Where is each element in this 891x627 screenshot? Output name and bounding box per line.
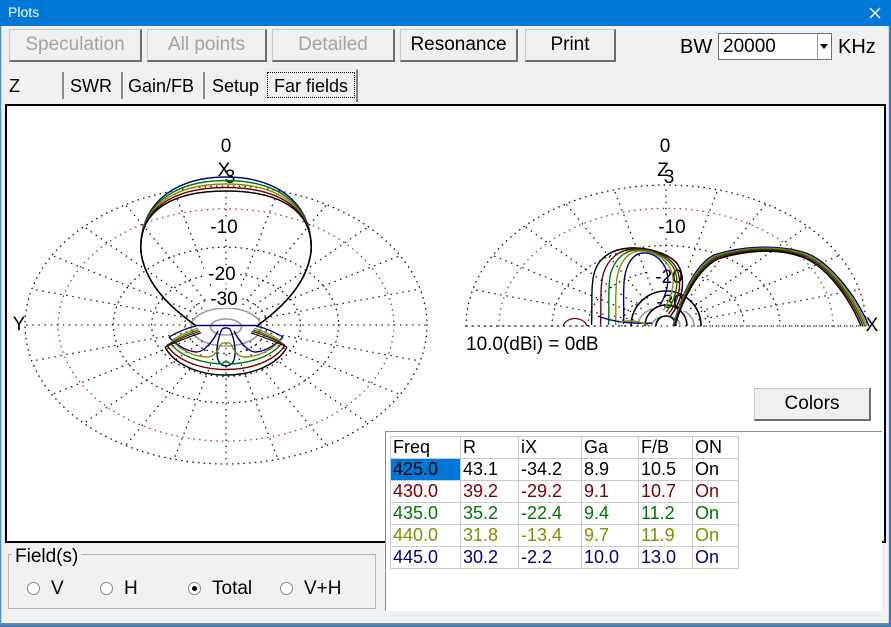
svg-text:-10: -10 (658, 217, 685, 238)
svg-text:-30: -30 (210, 289, 237, 310)
svg-text:-20: -20 (208, 264, 235, 285)
svg-text:X: X (866, 315, 879, 336)
svg-text:0: 0 (221, 136, 232, 157)
svg-text:0: 0 (660, 136, 671, 157)
svg-text:-10: -10 (210, 217, 237, 238)
svg-text:3: 3 (664, 167, 675, 188)
svg-text:Y: Y (13, 314, 26, 335)
